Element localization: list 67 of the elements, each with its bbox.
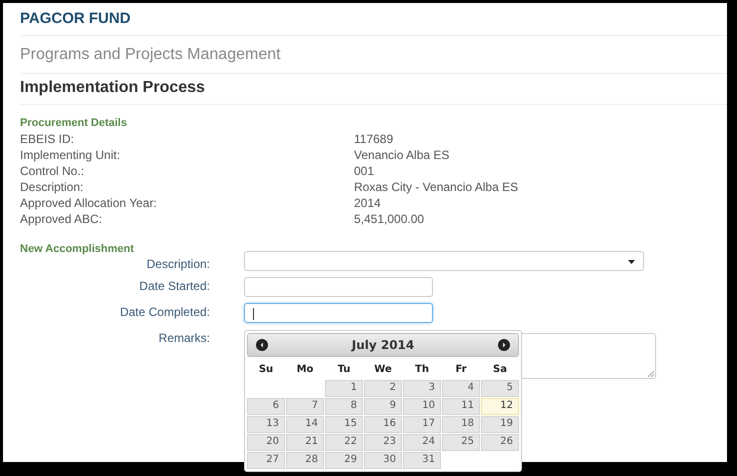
calendar-day[interactable]: 10 <box>403 398 441 415</box>
calendar-day[interactable]: 23 <box>364 434 402 451</box>
weekday-label: Su <box>258 363 274 377</box>
calendar-day[interactable]: 25 <box>442 434 480 451</box>
detail-label: Control No.: <box>20 163 86 179</box>
calendar-day[interactable]: 13 <box>247 416 285 433</box>
calendar-day[interactable]: 24 <box>403 434 441 451</box>
caret-icon <box>628 260 635 264</box>
calendar-day[interactable]: 29 <box>325 452 363 469</box>
detail-value: Roxas City - Venancio Alba ES <box>354 179 520 195</box>
date-field[interactable] <box>244 277 433 297</box>
calendar-day[interactable]: 5 <box>481 380 519 397</box>
weekday-label: Sa <box>492 363 508 377</box>
calendar-day[interactable]: 6 <box>247 398 285 415</box>
dropdown-field[interactable] <box>244 251 644 271</box>
calendar-day[interactable]: 22 <box>325 434 363 451</box>
weekday-label: We <box>373 363 393 377</box>
brand-title: PAGCOR FUND <box>20 3 727 36</box>
page-title: Implementation Process <box>20 74 727 105</box>
detail-value: 001 <box>354 163 376 179</box>
field-label: Remarks: <box>158 330 210 345</box>
detail-label: EBEIS ID: <box>20 131 76 147</box>
detail-label: Approved ABC: <box>20 211 104 227</box>
calendar-day[interactable]: 14 <box>286 416 324 433</box>
section-heading: New Accomplishment <box>20 243 135 255</box>
calendar-day[interactable]: 19 <box>481 416 519 433</box>
weekday-label: Fr <box>454 363 468 377</box>
calendar-day[interactable]: 17 <box>403 416 441 433</box>
calendar-day[interactable]: 18 <box>442 416 480 433</box>
module-title: Programs and Projects Management <box>20 36 727 74</box>
calendar-day[interactable]: 11 <box>442 398 480 415</box>
field-label: Date Completed: <box>118 304 210 319</box>
calendar-day[interactable]: 2 <box>364 380 402 397</box>
resize-grip-icon <box>648 371 654 377</box>
month-title: July 2014 <box>352 338 414 352</box>
calendar-day[interactable]: 4 <box>442 380 480 397</box>
calendar-day[interactable]: 7 <box>286 398 324 415</box>
field-label: Date Started: <box>138 278 210 293</box>
calendar-day[interactable]: 9 <box>364 398 402 415</box>
calendar-day[interactable]: 3 <box>403 380 441 397</box>
calendar-day[interactable]: 12 <box>481 398 519 415</box>
section-heading: Procurement Details <box>20 117 128 129</box>
date-field[interactable] <box>244 303 433 323</box>
calendar-day[interactable]: 15 <box>325 416 363 433</box>
calendar-day[interactable]: 16 <box>364 416 402 433</box>
detail-value: 117689 <box>354 131 394 147</box>
calendar-day[interactable]: 21 <box>286 434 324 451</box>
weekday-label: Mo <box>296 363 314 377</box>
calendar-day[interactable]: 30 <box>364 452 402 469</box>
previous-icon[interactable] <box>256 339 268 351</box>
next-icon[interactable] <box>498 339 510 351</box>
calendar-day[interactable]: 31 <box>403 452 441 469</box>
detail-value: 2014 <box>354 195 382 211</box>
calendar-day[interactable]: 28 <box>286 452 324 469</box>
calendar-day[interactable]: 20 <box>247 434 285 451</box>
detail-label: Approved Allocation Year: <box>20 195 158 211</box>
field-label: Description: <box>146 256 210 271</box>
detail-value: Venancio Alba ES <box>354 147 450 163</box>
detail-label: Description: <box>20 179 84 195</box>
calendar-day[interactable]: 26 <box>481 434 519 451</box>
detail-label: Implementing Unit: <box>20 147 122 163</box>
weekday-label: Tu <box>336 363 352 377</box>
calendar-day[interactable]: 1 <box>325 380 363 397</box>
detail-value: 5,451,000.00 <box>354 211 426 227</box>
calendar-day[interactable]: 8 <box>325 398 363 415</box>
weekday-label: Th <box>414 363 430 377</box>
calendar-day[interactable]: 27 <box>247 452 285 469</box>
